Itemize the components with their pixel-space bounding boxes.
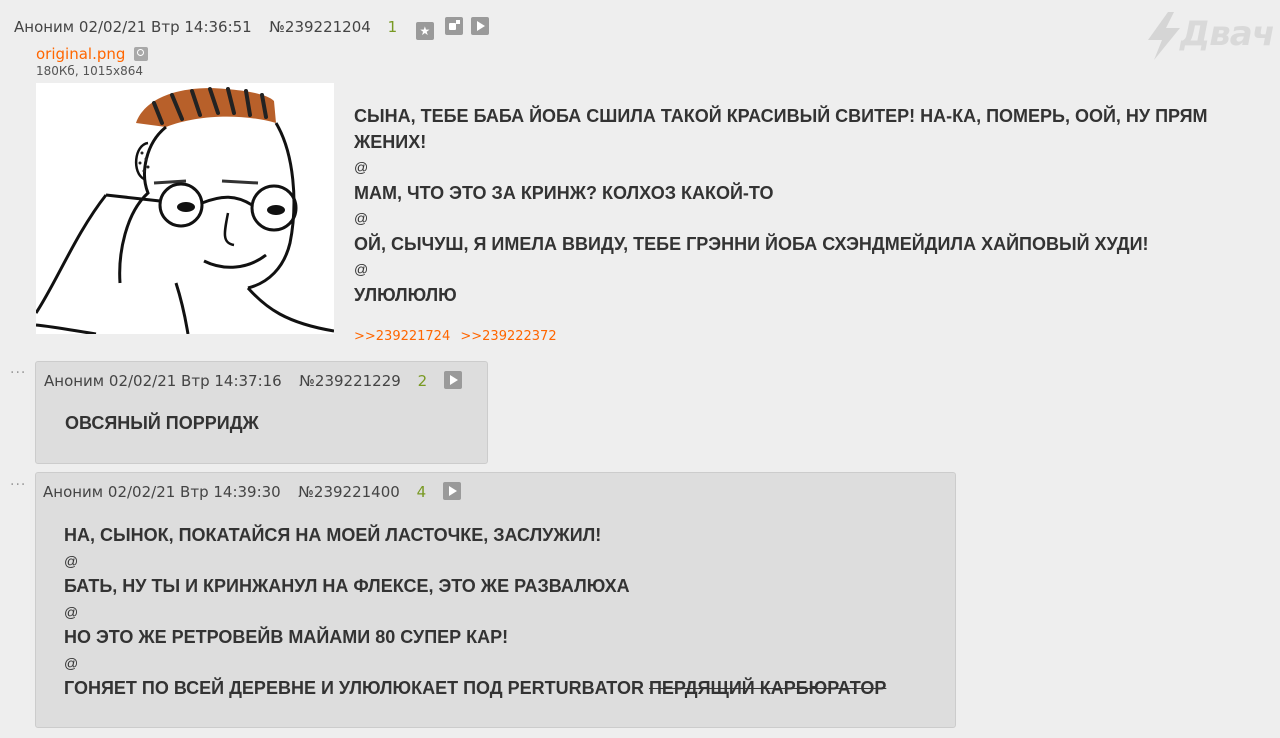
wojak-face-image — [36, 87, 334, 334]
message-line: ОЙ, СЫЧУШ, Я ИМЕЛА ВВИДУ, ТЕБЕ ГРЭННИ ЙО… — [354, 233, 1149, 254]
message-line: @ — [64, 552, 79, 569]
reply-dots: ... — [10, 361, 27, 377]
op-file-header: original.png — [36, 44, 149, 63]
moderation-icon[interactable] — [444, 17, 463, 35]
file-link[interactable]: original.png — [36, 45, 125, 63]
message-text: ГОНЯЕТ ПО ВСЕЙ ДЕРЕВНЕ И УЛЮЛЮКАЕТ ПОД P… — [64, 678, 649, 698]
post-index: 4 — [416, 483, 427, 501]
message-line: @ — [64, 603, 79, 620]
site-logo: Двач — [1142, 12, 1275, 60]
strikethrough-text: ПЕРДЯЩИЙ КАРБЮРАТОР — [648, 678, 887, 698]
logo-text: Двач — [1180, 14, 1275, 54]
reply-post-message: НА, СЫНОК, ПОКАТАЙСЯ НА МОЕЙ ЛАСТОЧКЕ, З… — [64, 523, 944, 702]
op-post-message: СЫНА, ТЕБЕ БАБА ЙОБА СШИЛА ТАКОЙ КРАСИВЫ… — [354, 104, 1264, 308]
reply-link[interactable]: >>239222372 — [460, 329, 556, 344]
message-line: МАМ, ЧТО ЭТО ЗА КРИНЖ? КОЛХОЗ КАКОЙ-ТО — [354, 182, 774, 203]
post-author: Аноним — [44, 372, 105, 390]
file-info: 180Кб, 1015x864 — [36, 64, 143, 78]
reply-dots: ... — [10, 473, 27, 489]
post-number[interactable]: №239221204 — [269, 18, 371, 36]
message-line: @ — [354, 261, 369, 277]
message-line: @ — [354, 210, 369, 226]
post-date: 02/02/21 Втр 14:37:16 — [108, 372, 282, 390]
message-line: ГОНЯЕТ ПО ВСЕЙ ДЕРЕВНЕ И УЛЮЛЮКАЕТ ПОД P… — [64, 676, 944, 702]
favorite-star-icon[interactable]: ★ — [415, 22, 434, 40]
reply-post: Аноним 02/02/21 Втр 14:39:30 №239221400 … — [35, 472, 956, 728]
post-number[interactable]: №239221229 — [299, 372, 401, 390]
post-author: Аноним — [14, 18, 75, 36]
op-image-thumbnail[interactable] — [36, 83, 334, 334]
post-author: Аноним — [43, 483, 104, 501]
message-line: ОВСЯНЫЙ ПОРРИДЖ — [65, 413, 259, 433]
message-line: НА, СЫНОК, ПОКАТАЙСЯ НА МОЕЙ ЛАСТОЧКЕ, З… — [64, 525, 602, 545]
post-menu-play-icon[interactable] — [471, 17, 490, 35]
post-date: 02/02/21 Втр 14:39:30 — [107, 483, 281, 501]
message-line: БАТЬ, НУ ТЫ И КРИНЖАНУЛ НА ФЛЕКСЕ, ЭТО Ж… — [64, 576, 630, 596]
post-index: 1 — [387, 18, 398, 36]
post-index: 2 — [417, 372, 428, 390]
post-menu-play-icon[interactable] — [443, 371, 462, 389]
message-line: НО ЭТО ЖЕ РЕТРОВЕЙВ МАЙАМИ 80 СУПЕР КАР! — [64, 627, 509, 647]
op-reply-links: >>239221724 >>239222372 — [354, 329, 563, 344]
post-number[interactable]: №239221400 — [298, 483, 400, 501]
message-line: @ — [64, 654, 79, 671]
post-menu-play-icon[interactable] — [442, 482, 461, 500]
reply-post: Аноним 02/02/21 Втр 14:37:16 №239221229 … — [35, 361, 488, 464]
message-line: СЫНА, ТЕБЕ БАБА ЙОБА СШИЛА ТАКОЙ КРАСИВЫ… — [354, 106, 1208, 126]
search-image-icon[interactable] — [134, 47, 149, 61]
message-line: @ — [354, 159, 369, 175]
reply-post-message: ОВСЯНЫЙ ПОРРИДЖ — [65, 411, 259, 437]
message-line: ЖЕНИХ! — [354, 131, 427, 152]
reply-post-header: Аноним 02/02/21 Втр 14:39:30 №239221400 … — [43, 482, 461, 501]
op-post-header: Аноним 02/02/21 Втр 14:36:51 №239221204 … — [14, 17, 490, 40]
post-date: 02/02/21 Втр 14:36:51 — [78, 18, 252, 36]
reply-post-header: Аноним 02/02/21 Втр 14:37:16 №239221229 … — [44, 371, 462, 390]
reply-link[interactable]: >>239221724 — [354, 329, 450, 344]
message-line: УЛЮЛЮЛЮ — [354, 284, 457, 305]
